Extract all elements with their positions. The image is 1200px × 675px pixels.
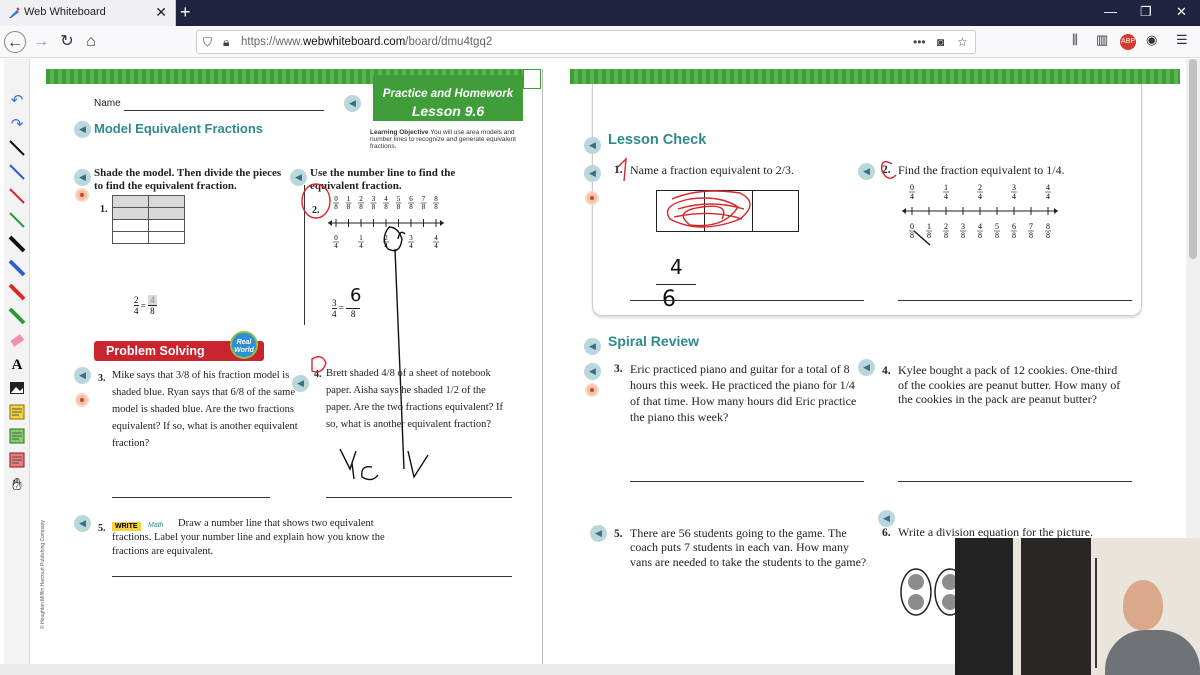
adblock-icon[interactable]: ABP <box>1120 34 1136 50</box>
reload-icon[interactable]: ↻ <box>56 31 78 53</box>
tab-title: Web Whiteboard <box>24 6 106 18</box>
webcam-doorway <box>1021 538 1091 675</box>
black-ink-strokes <box>339 226 931 481</box>
account-icon[interactable]: ◉ <box>1146 32 1157 48</box>
red-ink-strokes <box>301 157 897 373</box>
webcam-dark-edge <box>955 538 1015 675</box>
tab-close-icon[interactable]: ✕ <box>155 4 167 21</box>
url-text: https://www.webwhiteboard.com/board/dmu4… <box>241 36 493 48</box>
webcam-person-face <box>1123 580 1163 630</box>
lock-icon[interactable]: 🔒︎ <box>223 35 229 50</box>
whiteboard-favicon-icon <box>9 7 20 18</box>
webcam-stand <box>1095 558 1097 668</box>
close-window-icon[interactable]: ✕ <box>1176 4 1187 20</box>
browser-titlebar: Web Whiteboard ✕ + — ❐ ✕ <box>0 0 1200 26</box>
library-icon[interactable]: ⫼ <box>1072 32 1078 48</box>
url-bar[interactable]: ⛉ 🔒︎ https://www.webwhiteboard.com/board… <box>196 30 976 54</box>
scrollbar-thumb[interactable] <box>1189 59 1197 259</box>
restore-icon[interactable]: ❐ <box>1140 4 1152 20</box>
minimize-icon[interactable]: — <box>1104 4 1117 19</box>
pocket-icon[interactable]: ◙ <box>937 35 944 49</box>
browser-navbar: ← → ↻ ⌂ ⛉ 🔒︎ https://www.webwhiteboard.c… <box>0 26 1200 58</box>
home-icon[interactable]: ⌂ <box>80 31 102 53</box>
menu-icon[interactable]: ☰ <box>1176 32 1188 48</box>
new-tab-icon[interactable]: + <box>180 2 191 23</box>
sidebar-icon[interactable]: ▥ <box>1096 32 1108 48</box>
browser-tab[interactable]: Web Whiteboard ✕ <box>0 0 176 26</box>
back-icon[interactable]: ← <box>4 31 26 53</box>
forward-icon[interactable]: → <box>30 31 52 53</box>
shield-icon[interactable]: ⛉ <box>203 35 212 50</box>
bookmark-star-icon[interactable]: ☆ <box>957 35 968 49</box>
more-actions-icon[interactable]: ••• <box>913 35 926 49</box>
horizontal-scrollbar[interactable] <box>0 664 955 675</box>
webcam-video-overlay <box>955 538 1200 675</box>
